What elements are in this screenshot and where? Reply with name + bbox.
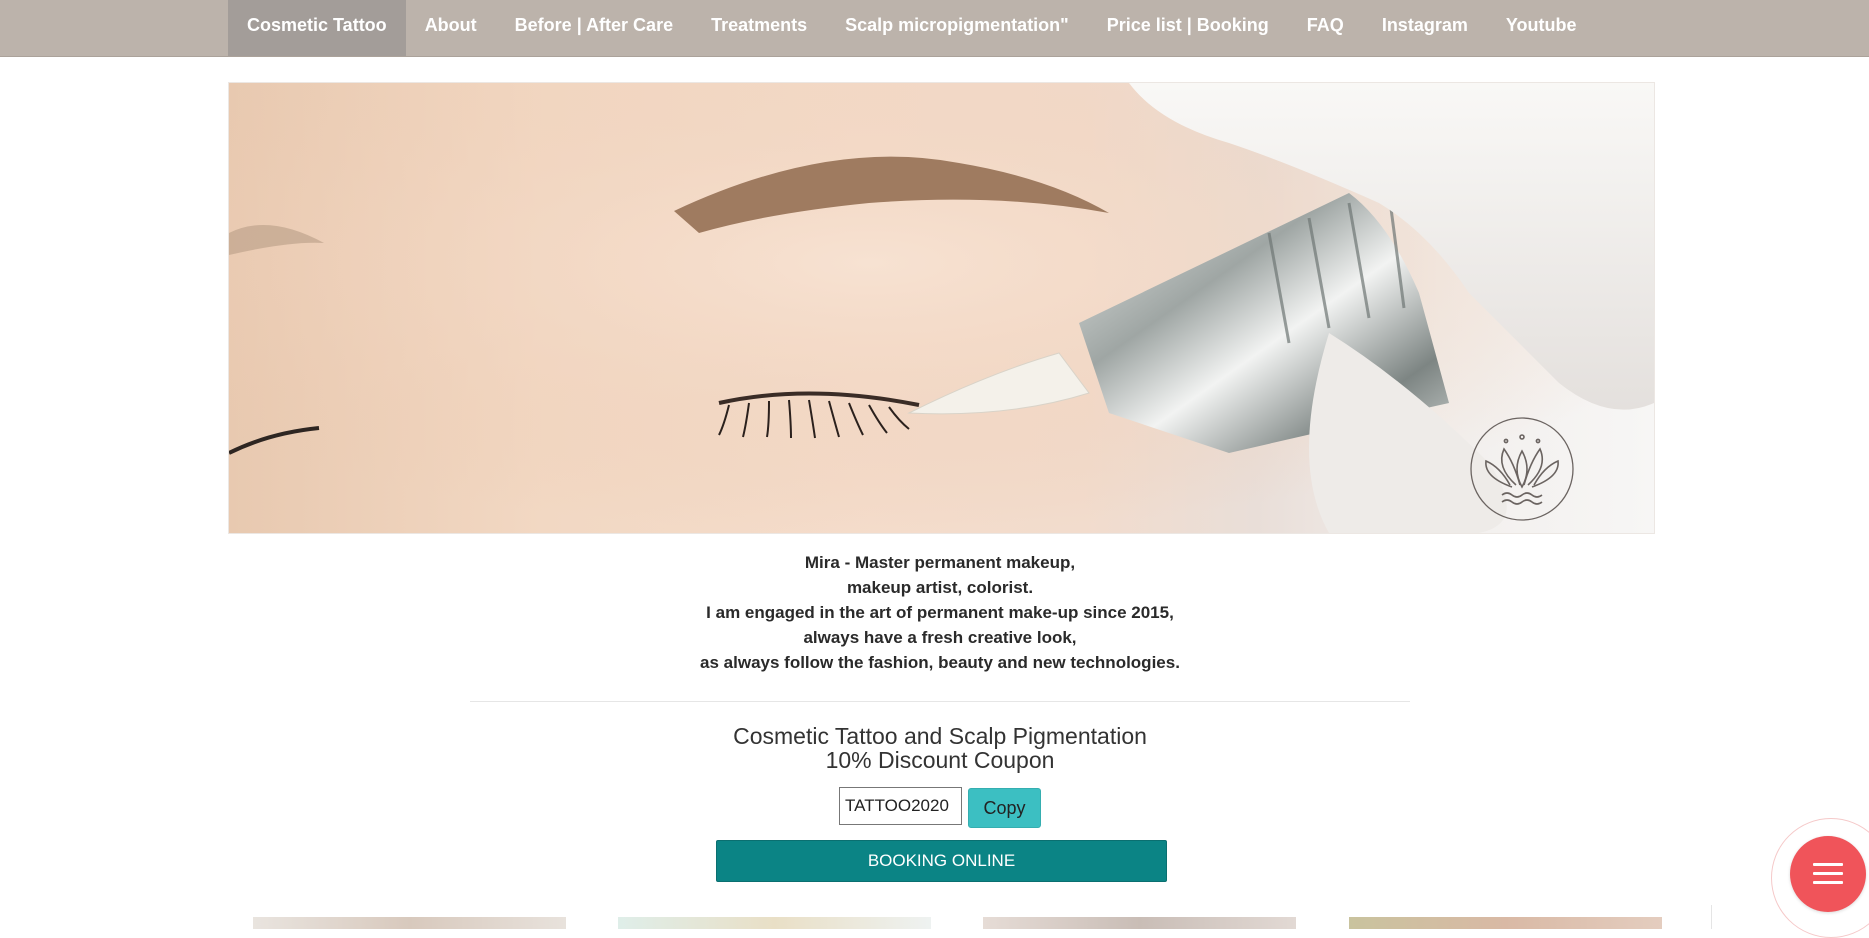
gallery-thumbnail[interactable] <box>983 917 1296 929</box>
nav-item-about[interactable]: About <box>406 0 496 56</box>
main-nav: Cosmetic Tattoo About Before | After Car… <box>228 0 1596 56</box>
gallery-thumbnail[interactable] <box>618 917 931 929</box>
section-divider <box>470 701 1410 702</box>
artist-bio: Mira - Master permanent makeup, makeup a… <box>540 550 1340 675</box>
bio-line: always have a fresh creative look, <box>803 628 1077 647</box>
bio-line: I am engaged in the art of permanent mak… <box>706 603 1174 622</box>
nav-item-faq[interactable]: FAQ <box>1288 0 1363 56</box>
hero-banner-image <box>228 82 1655 534</box>
nav-item-treatments[interactable]: Treatments <box>692 0 826 56</box>
hero-illustration <box>229 83 1654 533</box>
nav-item-scalp-micropigmentation[interactable]: Scalp micropigmentation" <box>826 0 1088 56</box>
bio-line: Mira - Master permanent makeup, <box>804 553 1076 572</box>
nav-item-instagram[interactable]: Instagram <box>1363 0 1487 56</box>
nav-item-youtube[interactable]: Youtube <box>1487 0 1596 56</box>
nav-item-price-list-booking[interactable]: Price list | Booking <box>1088 0 1288 56</box>
gallery-thumbnail[interactable] <box>253 917 566 929</box>
gallery-thumbnail[interactable] <box>1349 917 1662 929</box>
top-navigation-bar: Cosmetic Tattoo About Before | After Car… <box>0 0 1869 57</box>
content-edge-line <box>1711 905 1712 929</box>
floating-menu-button[interactable] <box>1790 836 1866 912</box>
booking-online-button[interactable]: BOOKING ONLINE <box>716 840 1167 882</box>
bio-line: makeup artist, colorist. <box>846 578 1034 597</box>
coupon-subtitle-line: 10% Discount Coupon <box>825 747 1055 773</box>
nav-item-cosmetic-tattoo[interactable]: Cosmetic Tattoo <box>228 0 406 56</box>
coupon-heading: Cosmetic Tattoo and Scalp Pigmentation 1… <box>640 724 1240 772</box>
bio-line: as always follow the fashion, beauty and… <box>700 653 1180 672</box>
copy-coupon-button[interactable]: Copy <box>968 788 1041 828</box>
coupon-code-input[interactable] <box>839 787 962 825</box>
nav-item-before-after-care[interactable]: Before | After Care <box>496 0 692 56</box>
coupon-title-line: Cosmetic Tattoo and Scalp Pigmentation <box>733 723 1147 749</box>
